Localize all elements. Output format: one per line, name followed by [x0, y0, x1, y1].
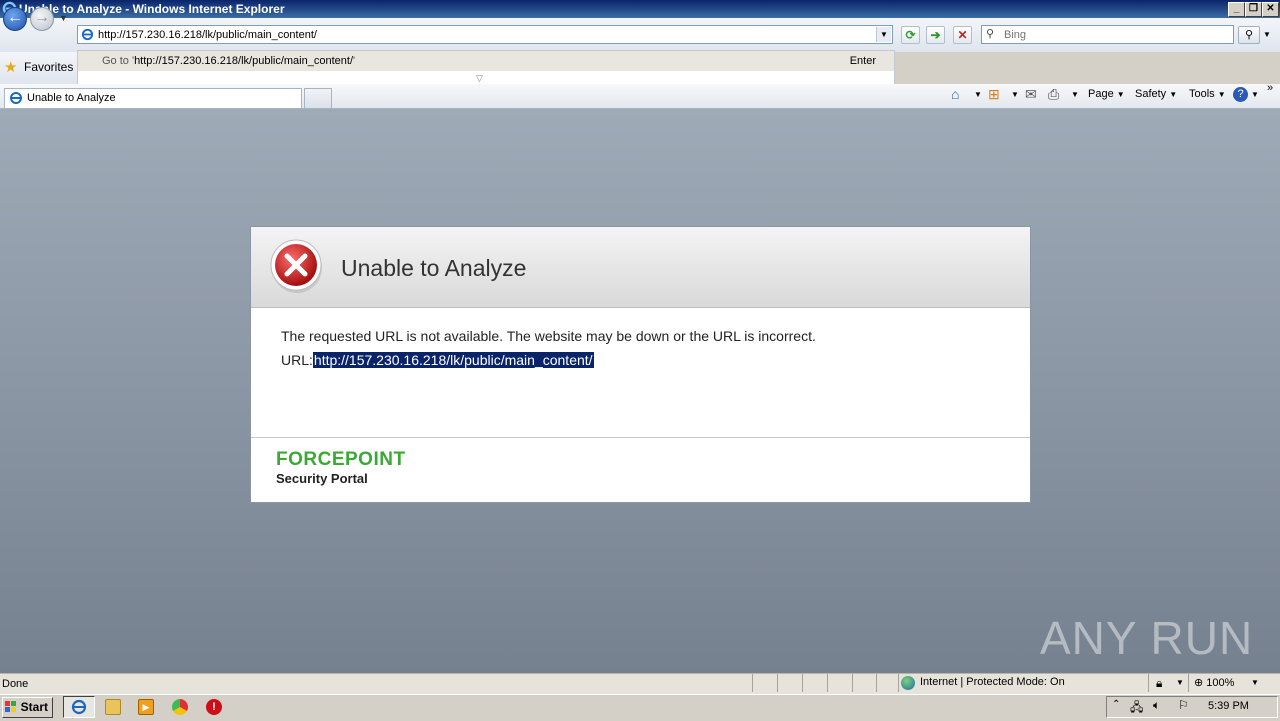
minimize-button[interactable]: _: [1228, 2, 1245, 17]
card-divider: [251, 437, 1030, 438]
error-title: Unable to Analyze: [341, 255, 527, 281]
print-dropdown-icon[interactable]: ▼: [1071, 90, 1079, 99]
volume-icon[interactable]: 🔈︎: [1153, 698, 1160, 713]
url-line: URL:http://157.230.16.218/lk/public/main…: [281, 352, 594, 368]
protected-mode-lock-icon[interactable]: 🔒︎: [1156, 676, 1162, 691]
help-icon[interactable]: ?: [1233, 87, 1248, 102]
forward-button[interactable]: →: [30, 7, 54, 31]
chevron-more-icon[interactable]: »: [1267, 82, 1273, 94]
zoom-level[interactable]: ⊕ 100%: [1194, 676, 1234, 689]
explorer-folder-icon[interactable]: [105, 699, 121, 715]
title-bar: Unable to Analyze - Windows Internet Exp…: [0, 0, 1280, 18]
print-icon[interactable]: ⎙: [1048, 86, 1059, 103]
home-dropdown-icon[interactable]: ▼: [974, 90, 982, 99]
start-label: Start: [20, 700, 48, 714]
close-button[interactable]: ✕: [1262, 2, 1279, 17]
security-dropdown-icon[interactable]: ▼: [1176, 678, 1184, 687]
safety-menu[interactable]: Safety ▼: [1135, 88, 1177, 100]
chrome-icon[interactable]: [172, 699, 188, 715]
home-icon[interactable]: ⌂: [951, 86, 959, 102]
help-dropdown-icon[interactable]: ▼: [1251, 90, 1259, 99]
error-message: The requested URL is not available. The …: [281, 328, 816, 344]
status-divider: [898, 674, 899, 692]
security-zone[interactable]: Internet | Protected Mode: On: [920, 676, 1065, 688]
error-card: Unable to Analyze The requested URL is n…: [250, 226, 1031, 503]
address-input[interactable]: [98, 27, 868, 42]
stop-icon[interactable]: ✕: [953, 26, 972, 44]
mail-icon[interactable]: ✉: [1025, 86, 1037, 103]
search-box[interactable]: ⚲: [981, 25, 1234, 44]
tools-menu-chevron-icon: ▼: [1217, 90, 1226, 99]
address-dropdown-icon[interactable]: ▼: [876, 27, 891, 42]
page-menu-label: Page: [1088, 88, 1114, 100]
opera-icon[interactable]: !: [206, 699, 222, 715]
safety-menu-label: Safety: [1135, 88, 1167, 100]
action-center-flag-icon[interactable]: ⚐: [1178, 698, 1189, 712]
network-icon[interactable]: 🖧︎: [1130, 698, 1143, 719]
forcepoint-logo: FORCEPOINT: [276, 449, 406, 470]
page-icon: [81, 28, 94, 41]
restore-button[interactable]: ❐: [1245, 2, 1262, 17]
security-portal-label: Security Portal: [276, 471, 368, 486]
favorites-star-icon[interactable]: ★: [4, 58, 17, 76]
status-divider: [1188, 674, 1189, 692]
magnifier-icon: ⚲: [1244, 29, 1254, 41]
status-divider: [852, 674, 853, 692]
tab-label: Unable to Analyze: [27, 92, 116, 104]
media-player-icon[interactable]: ▶: [138, 699, 154, 715]
feeds-icon[interactable]: ⊞: [988, 86, 1000, 103]
expand-chevron-icon[interactable]: ▽: [476, 73, 483, 84]
tab-unable-to-analyze[interactable]: Unable to Analyze: [4, 88, 302, 108]
status-bar: Done: [0, 673, 1280, 694]
feeds-dropdown-icon[interactable]: ▼: [1011, 90, 1019, 99]
taskbar-clock[interactable]: 5:39 PM: [1208, 700, 1249, 712]
tools-menu[interactable]: Tools ▼: [1189, 88, 1226, 100]
goto-url: http://157.230.16.218/lk/public/main_con…: [134, 55, 353, 67]
status-text: Done: [2, 678, 29, 690]
autocomplete-goto-row[interactable]: Go to 'http://157.230.16.218/lk/public/m…: [78, 51, 894, 71]
status-divider: [876, 674, 877, 692]
enter-hint: Enter: [849, 55, 876, 67]
status-divider: [752, 674, 753, 692]
goto-prefix: Go to ': [102, 55, 135, 67]
zoom-value: 100%: [1206, 677, 1235, 689]
compatibility-view-icon[interactable]: ⟳: [901, 26, 920, 44]
status-divider: [777, 674, 778, 692]
new-tab-button[interactable]: [304, 88, 332, 108]
tools-menu-label: Tools: [1189, 88, 1215, 100]
anyrun-watermark: ANY RUN: [1040, 612, 1254, 664]
internet-globe-icon: [901, 676, 915, 690]
forward-arrow-icon: →: [34, 9, 50, 26]
page-menu[interactable]: Page ▼: [1088, 88, 1125, 100]
url-label: URL:: [281, 352, 313, 368]
search-options-dropdown-icon[interactable]: ▼: [1263, 30, 1271, 39]
safety-menu-chevron-icon: ▼: [1169, 90, 1178, 99]
search-input[interactable]: [1004, 27, 1224, 42]
goto-suffix: ': [353, 55, 356, 67]
search-icon: ⚲: [986, 28, 995, 40]
favorites-button[interactable]: Favorites: [24, 60, 73, 74]
error-card-header: Unable to Analyze: [251, 227, 1030, 308]
error-x-icon: [270, 239, 322, 293]
search-button[interactable]: ⚲: [1238, 26, 1260, 44]
address-bar[interactable]: ▼: [77, 25, 893, 44]
go-arrow-icon[interactable]: ➔: [926, 26, 945, 44]
windows-logo-icon: [5, 701, 16, 712]
status-divider: [827, 674, 828, 692]
zoom-dropdown-icon[interactable]: ▼: [1251, 678, 1259, 687]
tray-expand-icon[interactable]: ⌃: [1112, 699, 1120, 710]
url-value[interactable]: http://157.230.16.218/lk/public/main_con…: [312, 352, 594, 368]
history-dropdown-icon[interactable]: ▼: [59, 13, 68, 23]
page-menu-chevron-icon: ▼: [1116, 90, 1125, 99]
status-divider: [1148, 674, 1149, 692]
tab-ie-icon: [10, 92, 22, 104]
address-autocomplete: Go to 'http://157.230.16.218/lk/public/m…: [77, 50, 895, 87]
taskbar: [0, 694, 1280, 721]
back-button[interactable]: ←: [3, 7, 27, 31]
goto-text: Go to 'http://157.230.16.218/lk/public/m…: [102, 55, 355, 67]
status-divider: [802, 674, 803, 692]
ie-taskbar-icon: [71, 699, 87, 715]
back-arrow-icon: ←: [7, 9, 23, 26]
